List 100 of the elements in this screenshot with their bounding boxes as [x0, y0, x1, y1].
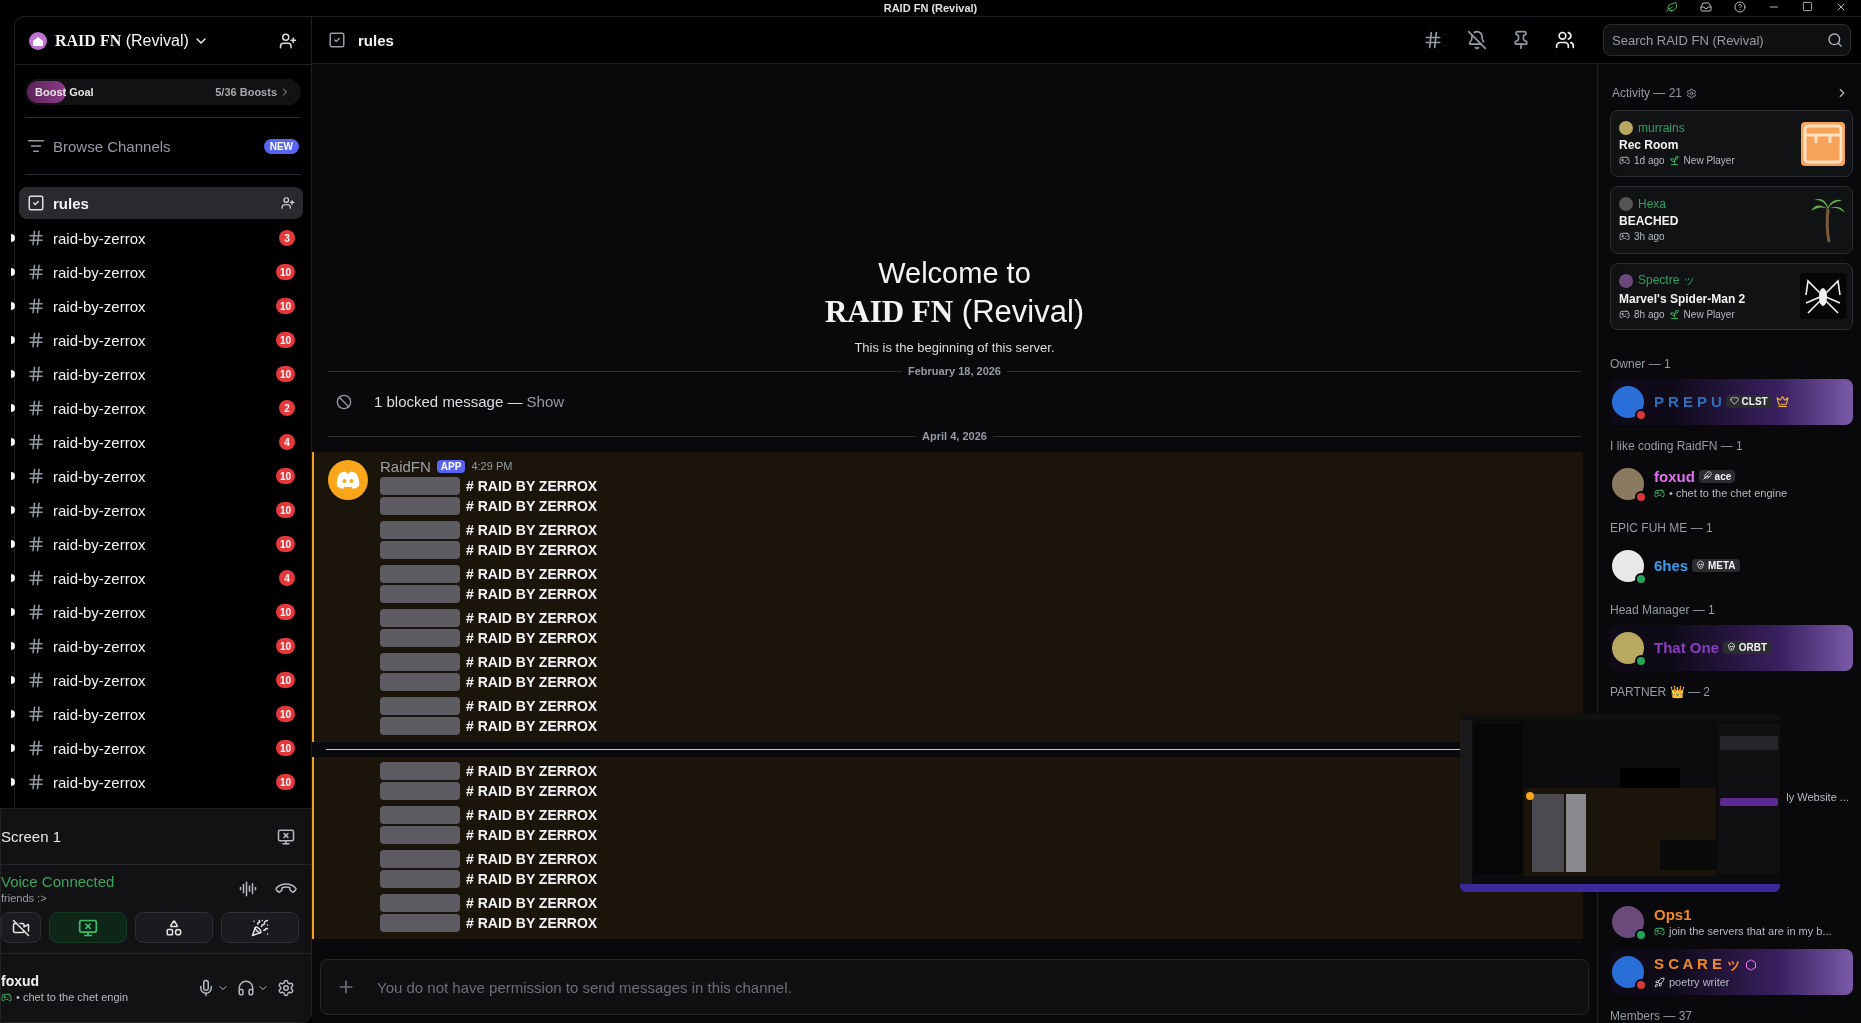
stop-stream-icon[interactable] [277, 827, 295, 846]
guild-tag: CLST [1725, 395, 1772, 409]
close-icon[interactable] [1835, 1, 1847, 13]
settings-icon[interactable] [1686, 87, 1698, 99]
unread-indicator [11, 472, 15, 480]
member-item[interactable]: foxud ace • chet to the chet engine [1610, 461, 1853, 507]
activity-time: 3h ago [1634, 231, 1665, 243]
gamepad-icon [1, 991, 12, 1003]
message-line: # RAID BY ZERROX [466, 630, 598, 646]
skull-icon [1696, 560, 1706, 570]
unread-indicator [11, 778, 15, 786]
search-field[interactable]: Search RAID FN (Revival) [1603, 24, 1851, 56]
member-group-heading: Members — 37 [1610, 1009, 1694, 1023]
unread-indicator [11, 676, 15, 684]
skull-icon [1727, 642, 1736, 652]
new-badge: NEW [263, 138, 299, 154]
bot-logo-icon [336, 471, 360, 489]
channel-item[interactable]: raid-by-zerrox 3 [19, 221, 303, 255]
invite-icon[interactable] [279, 31, 297, 50]
message-line: # RAID BY ZERROX [466, 871, 598, 887]
member-group-heading: PARTNER 👑 — 2 [1610, 685, 1711, 699]
channel-item[interactable]: raid-by-zerrox 10 [19, 459, 303, 493]
channel-item[interactable]: raid-by-zerrox 2 [19, 391, 303, 425]
channel-item[interactable]: raid-by-zerrox 10 [19, 289, 303, 323]
unread-indicator [11, 438, 15, 446]
noise-suppression-icon[interactable] [239, 879, 257, 898]
member-item[interactable]: S C A R E ッ poetry writer [1610, 949, 1853, 995]
maximize-icon[interactable] [1802, 1, 1813, 12]
unread-indicator [11, 302, 15, 310]
help-icon[interactable] [1734, 1, 1746, 13]
member-item[interactable]: That One ORBT [1610, 625, 1853, 671]
hash-icon [27, 569, 45, 587]
hash-icon [27, 399, 45, 417]
mention-badge: 10 [275, 774, 295, 790]
channel-item[interactable]: raid-by-zerrox 10 [19, 663, 303, 697]
channel-item[interactable]: raid-by-zerrox 10 [19, 629, 303, 663]
pin-icon [1511, 30, 1531, 50]
rules-channel-icon [27, 194, 45, 212]
channel-item[interactable]: raid-by-zerrox 10 [19, 595, 303, 629]
voice-action-button[interactable] [135, 912, 213, 943]
activity-note: New Player [1683, 309, 1735, 321]
channel-item[interactable]: raid-by-zerrox 10 [19, 697, 303, 731]
sprout-icon [1668, 155, 1680, 167]
message-line: # RAID BY ZERROX [466, 478, 598, 494]
leaf-icon[interactable] [1666, 1, 1678, 13]
channel-item[interactable]: raid-by-zerrox 10 [19, 765, 303, 799]
microphone-button[interactable] [197, 979, 229, 997]
hash-icon [27, 501, 45, 519]
user-avatar [1619, 197, 1633, 212]
member-item[interactable]: Ops1 join the servers that are in my b... [1610, 899, 1853, 945]
member-group-heading: Owner — 1 [1610, 357, 1672, 371]
activities-icon [165, 918, 183, 937]
voice-channel-name[interactable]: friends :> [1, 892, 239, 904]
server-name[interactable]: RAID FN (Revival) [55, 31, 271, 50]
voice-action-button[interactable] [49, 912, 127, 943]
mention-badge: 2 [279, 400, 295, 416]
rocket-icon [1654, 977, 1665, 988]
activity-time: 1d ago [1634, 155, 1665, 167]
guild-tag: META [1692, 559, 1740, 573]
welcome-heading: Welcome to [878, 257, 1031, 290]
activity-card[interactable]: Hexa BEACHED 3h ago [1610, 186, 1853, 254]
member-item[interactable]: P R E P U CLST [1610, 379, 1853, 425]
unread-indicator [11, 710, 15, 718]
boost-goal-label: Boost Goal [35, 86, 95, 98]
channel-item[interactable]: raid-by-zerrox 10 [19, 731, 303, 765]
spider-icon [1800, 273, 1846, 320]
invite-icon[interactable] [281, 196, 295, 210]
boost-goal-bar[interactable]: Boost Goal 5/36 Boosts [25, 79, 301, 105]
voice-action-button[interactable] [1, 912, 41, 943]
channel-item[interactable]: raid-by-zerrox 10 [19, 357, 303, 391]
browse-channels-item[interactable]: Browse Channels NEW [15, 130, 311, 162]
channel-item[interactable]: raid-by-zerrox 10 [19, 255, 303, 289]
channel-item[interactable]: raid-by-zerrox 10 [19, 493, 303, 527]
headphones-button[interactable] [237, 979, 269, 997]
hash-icon [27, 467, 45, 485]
unread-indicator [11, 370, 15, 378]
channel-item[interactable]: raid-by-zerrox 4 [19, 425, 303, 459]
hash-icon [27, 331, 45, 349]
member-activity: • chet to the chet engine [1669, 487, 1788, 500]
palm-tree-icon [1810, 197, 1846, 243]
gamepad-icon [1619, 155, 1630, 167]
show-link[interactable]: Show [526, 393, 565, 410]
hash-icon [27, 739, 45, 757]
activity-card[interactable]: murrains Rec Room 1d ago New Player [1610, 110, 1853, 178]
unread-indicator [11, 404, 15, 412]
channel-item[interactable]: raid-by-zerrox 10 [19, 323, 303, 357]
voice-action-button[interactable] [221, 912, 299, 943]
activity-card[interactable]: Spectre ッ Marvel's Spider-Man 2 8h ago New Player [1610, 262, 1853, 330]
channel-item[interactable]: raid-by-zerrox 4 [19, 561, 303, 595]
channel-item[interactable]: rules [19, 187, 303, 219]
channel-item[interactable]: raid-by-zerrox 10 [19, 527, 303, 561]
message-author[interactable]: RaidFN [380, 457, 431, 475]
message-line: # RAID BY ZERROX [466, 718, 598, 734]
inbox-icon[interactable] [1700, 1, 1712, 13]
message-line: # RAID BY ZERROX [466, 783, 598, 799]
message-line: # RAID BY ZERROX [466, 522, 598, 538]
settings-button[interactable] [277, 979, 295, 997]
camera-off-icon [12, 918, 30, 937]
member-item[interactable]: 6hes META [1610, 543, 1853, 589]
member-name: foxud [1654, 468, 1695, 486]
